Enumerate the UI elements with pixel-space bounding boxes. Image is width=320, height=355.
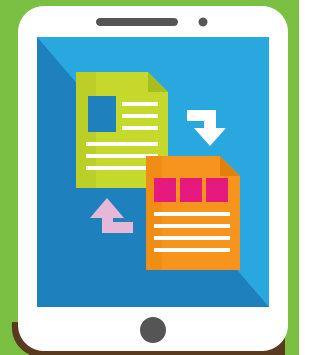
illustration-canvas	[0, 0, 299, 355]
speaker-icon	[96, 18, 178, 26]
home-button-icon[interactable]	[140, 317, 166, 343]
document-icon	[146, 156, 240, 270]
tablet-file-transfer-illustration	[0, 0, 299, 355]
camera-icon	[198, 17, 208, 27]
